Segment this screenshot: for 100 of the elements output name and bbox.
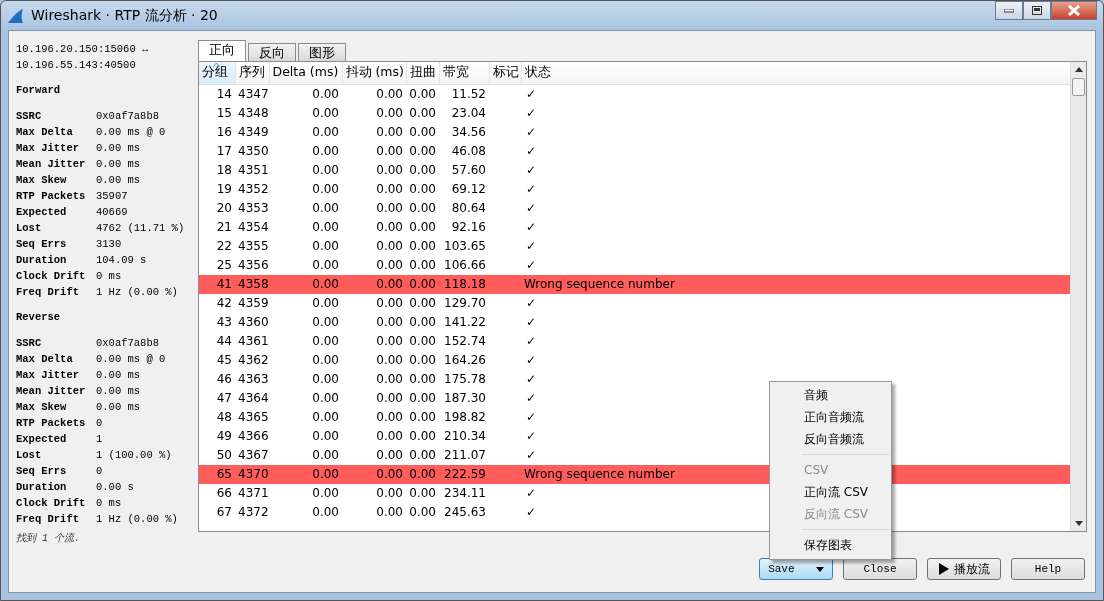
check-mark: ✓ xyxy=(526,238,537,253)
table-cell: 0.00 xyxy=(269,464,342,484)
table-cell-text: 0.00 xyxy=(375,332,404,350)
tab[interactable]: 正向 xyxy=(198,40,246,61)
menu-item[interactable]: 正向音频流 xyxy=(772,406,891,428)
table-cell-text: 4364 xyxy=(237,389,269,407)
stat-value: 1 Hz (0.00 %) xyxy=(96,512,178,527)
table-cell-text: 4354 xyxy=(237,218,269,236)
table-cell-text: 43 xyxy=(215,313,233,331)
table-cell-text: 0.00 xyxy=(408,370,437,388)
table-cell-text: 0.00 xyxy=(311,427,340,445)
close-icon-button[interactable] xyxy=(1051,1,1097,20)
table-cell-text: 4365 xyxy=(237,408,269,426)
table-cell: 0.00 xyxy=(269,84,342,104)
table-cell-text: 152.74 xyxy=(443,332,487,350)
scroll-down-icon[interactable] xyxy=(1075,521,1083,526)
column-header[interactable]: 标记 xyxy=(489,62,521,84)
vertical-scrollbar[interactable] xyxy=(1070,62,1086,531)
table-cell-text: 0.00 xyxy=(375,237,404,255)
maximize-button[interactable] xyxy=(1023,1,1051,20)
table-cell-text: 46 xyxy=(215,370,233,388)
table-cell: 0.00 xyxy=(406,464,439,484)
check-mark: ✓ xyxy=(526,504,537,519)
menu-item[interactable]: 音频 xyxy=(772,384,891,406)
table-cell-text: 0.00 xyxy=(408,161,437,179)
table-cell-text: 0.00 xyxy=(311,313,340,331)
table-cell: 4371 xyxy=(235,483,269,503)
stat-label: Expected xyxy=(16,205,68,220)
column-header[interactable]: 分组 xyxy=(199,62,235,84)
stat-label: Clock Drift xyxy=(16,269,87,284)
stat-label: Max Skew xyxy=(16,173,68,188)
stat-value: 0 xyxy=(96,464,103,479)
table-cell-text: 106.66 xyxy=(443,256,487,274)
table-cell-text: 0.00 xyxy=(375,180,404,198)
scroll-up-icon[interactable] xyxy=(1075,67,1083,72)
menu-item[interactable]: 反向音频流 xyxy=(772,428,891,450)
column-header[interactable]: Delta (ms) xyxy=(269,62,342,84)
save-button[interactable]: Save xyxy=(759,558,833,580)
table-cell-text: 4372 xyxy=(237,503,269,521)
column-header[interactable]: 扭曲 xyxy=(406,62,439,84)
menu-item[interactable]: 保存图表 xyxy=(772,534,891,556)
table-cell-text: 0.00 xyxy=(408,142,437,160)
table-cell: 41 xyxy=(199,274,235,294)
table-cell-text: 0.00 xyxy=(311,389,340,407)
stat-value: 0.00 ms xyxy=(96,384,141,399)
table-cell-text: 0.00 xyxy=(375,408,404,426)
column-header[interactable]: 状态 xyxy=(521,62,1070,84)
table-cell-text: 164.26 xyxy=(443,351,487,369)
table-cell: 222.59 xyxy=(439,464,489,484)
menu-item[interactable]: 正向流 CSV xyxy=(772,481,891,503)
table-cell-text: 0.00 xyxy=(375,370,404,388)
dialog-button[interactable]: Close xyxy=(843,558,917,580)
table-cell-text: 175.78 xyxy=(443,370,487,388)
tab[interactable]: 图形 xyxy=(298,43,346,61)
caret-icon xyxy=(815,566,824,572)
table-cell: 14 xyxy=(199,84,235,104)
table-cell-text: 80.64 xyxy=(450,199,487,217)
table-cell: 0.00 xyxy=(342,293,406,313)
stat-label: SSRC xyxy=(16,109,43,124)
table-cell-text: 4348 xyxy=(237,104,269,122)
minimize-button[interactable] xyxy=(995,1,1023,20)
table-cell-text: 4349 xyxy=(237,123,269,141)
stat-label: Duration xyxy=(16,253,68,268)
stat-value: 0x0af7a8b8 xyxy=(96,109,159,124)
table-cell: 42 xyxy=(199,293,235,313)
stat-label: Max Jitter xyxy=(16,141,80,156)
table-cell-text: 4352 xyxy=(237,180,269,198)
stat-value: 0.00 s xyxy=(96,480,134,495)
table-cell-text: 15 xyxy=(215,104,233,122)
shark-fin-icon xyxy=(7,7,25,24)
section-heading: Forward xyxy=(16,83,62,98)
table-cell-text: 0.00 xyxy=(311,370,340,388)
table-cell-text: 0.00 xyxy=(375,427,404,445)
check-mark: ✓ xyxy=(526,333,537,348)
check-mark: ✓ xyxy=(526,219,537,234)
stat-value: 4762 (11.71 %) xyxy=(96,221,185,236)
check-mark: ✓ xyxy=(526,143,537,158)
table-cell-text: 20 xyxy=(215,199,233,217)
table-cell: 65 xyxy=(199,464,235,484)
scrollbar-thumb[interactable] xyxy=(1072,78,1085,96)
stat-value: 0 ms xyxy=(96,269,122,284)
check-mark: ✓ xyxy=(526,428,537,443)
column-header[interactable]: 序列 xyxy=(235,62,269,84)
table-cell-text: 0.00 xyxy=(408,180,437,198)
dialog-button[interactable]: Help xyxy=(1011,558,1085,580)
table-cell-text: 0.00 xyxy=(408,446,437,464)
table-cell-text: 0.00 xyxy=(375,313,404,331)
stat-label: RTP Packets xyxy=(16,416,87,431)
table-cell-text: 0.00 xyxy=(375,351,404,369)
table-cell-text: 48 xyxy=(215,408,233,426)
table-cell-text: 0.00 xyxy=(375,161,404,179)
play-button[interactable]: 播放流 xyxy=(927,558,1001,580)
check-mark: ✓ xyxy=(526,390,537,405)
table-cell-text: 0.00 xyxy=(311,218,340,236)
column-header[interactable]: 带宽 xyxy=(439,62,489,84)
stat-value: 1 Hz (0.00 %) xyxy=(96,285,178,300)
stream-address: 10.196.55.143:40500 xyxy=(16,58,137,73)
stat-label: Mean Jitter xyxy=(16,157,87,172)
column-header[interactable]: 抖动 (ms) xyxy=(342,62,406,84)
tab[interactable]: 反向 xyxy=(248,43,296,61)
